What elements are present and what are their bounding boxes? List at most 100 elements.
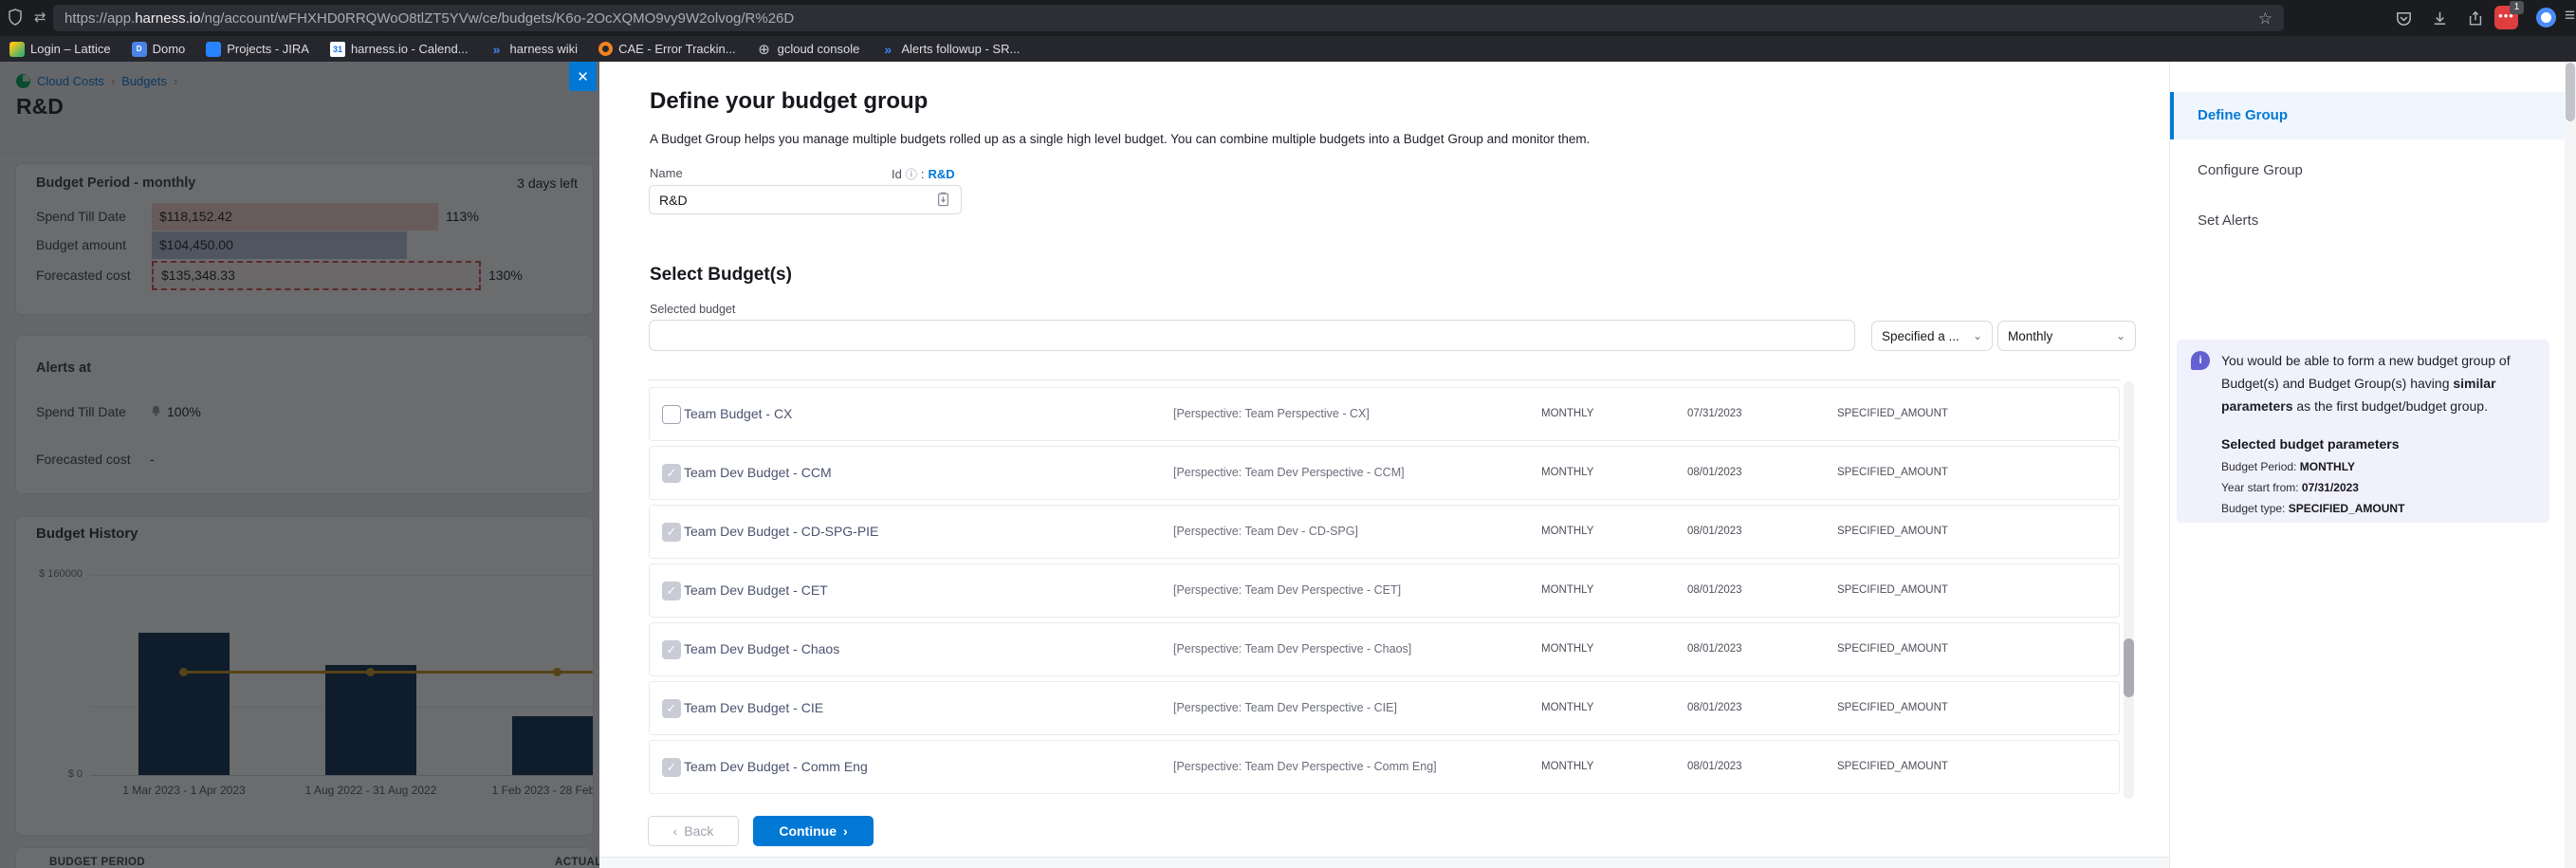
selected-budget-input[interactable]: [649, 320, 1855, 351]
checkmark-icon: ✓: [667, 760, 677, 774]
bookmark-jira[interactable]: Projects - JIRA: [206, 42, 309, 57]
budget-name: Team Dev Budget - CIE: [684, 682, 823, 734]
url-bar[interactable]: https://app.harness.io/ng/account/wFHXHD…: [53, 5, 2284, 31]
bookmark-gcloud[interactable]: ⊕gcloud console: [757, 42, 860, 57]
budget-type-dropdown[interactable]: Specified a ... ⌄: [1871, 321, 1993, 351]
bookmark-calendar[interactable]: 31harness.io - Calend...: [330, 42, 469, 57]
budget-start-date: 08/01/2023: [1687, 447, 1742, 499]
container-icon[interactable]: ⇄: [34, 9, 46, 26]
param-label: Year start from:: [2221, 481, 2302, 494]
budget-type: SPECIFIED_AMOUNT: [1837, 741, 1948, 793]
bookmark-star-icon[interactable]: ☆: [2258, 10, 2272, 27]
browser-toolbar: ⇄ https://app.harness.io/ng/account/wFHX…: [0, 0, 2576, 36]
budget-period: MONTHLY: [1541, 388, 1593, 440]
budget-row[interactable]: ✓ Team Dev Budget - CIE [Perspective: Te…: [649, 681, 2120, 735]
bookmark-cae[interactable]: CAE - Error Trackin...: [598, 42, 736, 56]
bookmark-label: harness wiki: [510, 42, 579, 56]
param-budget-period: Budget Period: MONTHLY: [2221, 460, 2355, 473]
param-value: MONTHLY: [2300, 460, 2355, 473]
param-value: 07/31/2023: [2302, 481, 2359, 494]
info-icon[interactable]: ⓘ: [906, 166, 917, 182]
close-button[interactable]: ✕: [569, 62, 597, 91]
share-icon[interactable]: [2464, 7, 2487, 29]
budget-start-date: 08/01/2023: [1687, 564, 1742, 617]
info-text-part2: as the first budget/budget group.: [2293, 398, 2488, 414]
bookmark-lattice[interactable]: Login – Lattice: [9, 42, 111, 57]
bookmark-label: Login – Lattice: [30, 42, 111, 56]
forward-arrow-icon: ›: [843, 823, 848, 839]
param-year-start: Year start from: 07/31/2023: [2221, 481, 2359, 494]
list-scrollbar-thumb[interactable]: [2124, 638, 2134, 697]
step-configure-group[interactable]: Configure Group: [2170, 147, 2576, 194]
budget-row[interactable]: ✓ Team Dev Budget - Chaos [Perspective: …: [649, 622, 2120, 676]
bookmark-label: CAE - Error Trackin...: [618, 42, 736, 56]
step-label: Configure Group: [2198, 147, 2303, 194]
budget-checkbox[interactable]: ✓: [662, 582, 681, 600]
budget-perspective: [Perspective: Team Dev Perspective - CCM…: [1173, 447, 1405, 499]
menu-icon[interactable]: ≡: [2565, 6, 2575, 27]
period-dropdown-value: Monthly: [2008, 329, 2052, 343]
bookmark-label: gcloud console: [778, 42, 860, 56]
checkmark-icon: ✓: [667, 701, 677, 715]
param-label: Budget type:: [2221, 502, 2289, 515]
budget-type: SPECIFIED_AMOUNT: [1837, 564, 1948, 617]
checkmark-icon: ✓: [667, 525, 677, 539]
chevron-down-icon: ⌄: [2116, 329, 2125, 342]
budget-type: SPECIFIED_AMOUNT: [1837, 388, 1948, 440]
checkmark-icon: ✓: [667, 583, 677, 598]
continue-button[interactable]: Continue ›: [753, 816, 874, 846]
back-arrow-icon: ‹: [673, 823, 678, 839]
page-scrollbar-thumb[interactable]: [2566, 63, 2575, 121]
budget-list: ✓ Team Budget - CX [Perspective: Team Pe…: [649, 379, 2120, 800]
budget-row[interactable]: ✓ Team Dev Budget - CET [Perspective: Te…: [649, 563, 2120, 618]
circle-extension-icon[interactable]: [2536, 8, 2556, 28]
shield-icon[interactable]: [8, 9, 23, 26]
wizard-sidebar: Define Group Configure Group Set Alerts …: [2169, 62, 2576, 868]
budget-checkbox[interactable]: ✓: [662, 758, 681, 777]
bookmark-label: Projects - JIRA: [227, 42, 309, 56]
budget-start-date: 07/31/2023: [1687, 388, 1742, 440]
url-domain: harness.io: [135, 10, 200, 27]
budget-period: MONTHLY: [1541, 506, 1593, 558]
name-input[interactable]: [649, 185, 962, 214]
budget-checkbox[interactable]: ✓: [662, 640, 681, 659]
budget-start-date: 08/01/2023: [1687, 506, 1742, 558]
confluence-icon: »: [880, 42, 895, 57]
chevron-down-icon: ⌄: [1973, 329, 1982, 342]
page-scrollbar-track[interactable]: [2565, 62, 2576, 868]
step-set-alerts[interactable]: Set Alerts: [2170, 197, 2576, 245]
step-label: Define Group: [2198, 92, 2288, 139]
budget-row[interactable]: ✓ Team Dev Budget - CD-SPG-PIE [Perspect…: [649, 505, 2120, 559]
password-manager-badge: 1: [2510, 1, 2524, 14]
download-icon[interactable]: [2428, 7, 2451, 29]
step-define-group[interactable]: Define Group: [2170, 92, 2576, 139]
budget-checkbox[interactable]: ✓: [662, 405, 681, 424]
period-dropdown[interactable]: Monthly ⌄: [1997, 321, 2136, 351]
back-button[interactable]: ‹ Back: [648, 816, 739, 846]
budget-type-dropdown-value: Specified a ...: [1882, 329, 1960, 343]
modal-footer-divider: [599, 857, 2169, 868]
budget-checkbox[interactable]: ✓: [662, 464, 681, 483]
budget-perspective: [Perspective: Team Dev - CD-SPG]: [1173, 506, 1358, 558]
continue-label: Continue: [779, 823, 837, 839]
select-budgets-heading: Select Budget(s): [650, 265, 792, 286]
params-heading: Selected budget parameters: [2221, 436, 2400, 452]
clipboard-icon[interactable]: [937, 192, 949, 212]
budget-name: Team Dev Budget - Comm Eng: [684, 741, 868, 793]
budget-name: Team Dev Budget - Chaos: [684, 623, 839, 675]
budget-checkbox[interactable]: ✓: [662, 523, 681, 542]
selected-budget-label: Selected budget: [650, 303, 735, 316]
budget-row[interactable]: ✓ Team Dev Budget - CCM [Perspective: Te…: [649, 446, 2120, 500]
bookmark-wiki[interactable]: »harness wiki: [489, 42, 579, 57]
budget-row[interactable]: ✓ Team Dev Budget - Comm Eng [Perspectiv…: [649, 740, 2120, 794]
pocket-icon[interactable]: [2392, 7, 2415, 29]
id-value: R&D: [928, 167, 954, 181]
list-scrollbar-track[interactable]: [2124, 381, 2134, 799]
bookmark-domo[interactable]: DDomo: [132, 42, 186, 57]
bookmark-alerts[interactable]: »Alerts followup - SR...: [880, 42, 1020, 57]
budget-checkbox[interactable]: ✓: [662, 699, 681, 718]
budget-group-modal: Define your budget group A Budget Group …: [599, 62, 2576, 868]
budget-row[interactable]: ✓ Team Budget - CX [Perspective: Team Pe…: [649, 387, 2120, 441]
step-label: Set Alerts: [2198, 197, 2258, 245]
url-scheme: https://app.: [64, 10, 135, 27]
